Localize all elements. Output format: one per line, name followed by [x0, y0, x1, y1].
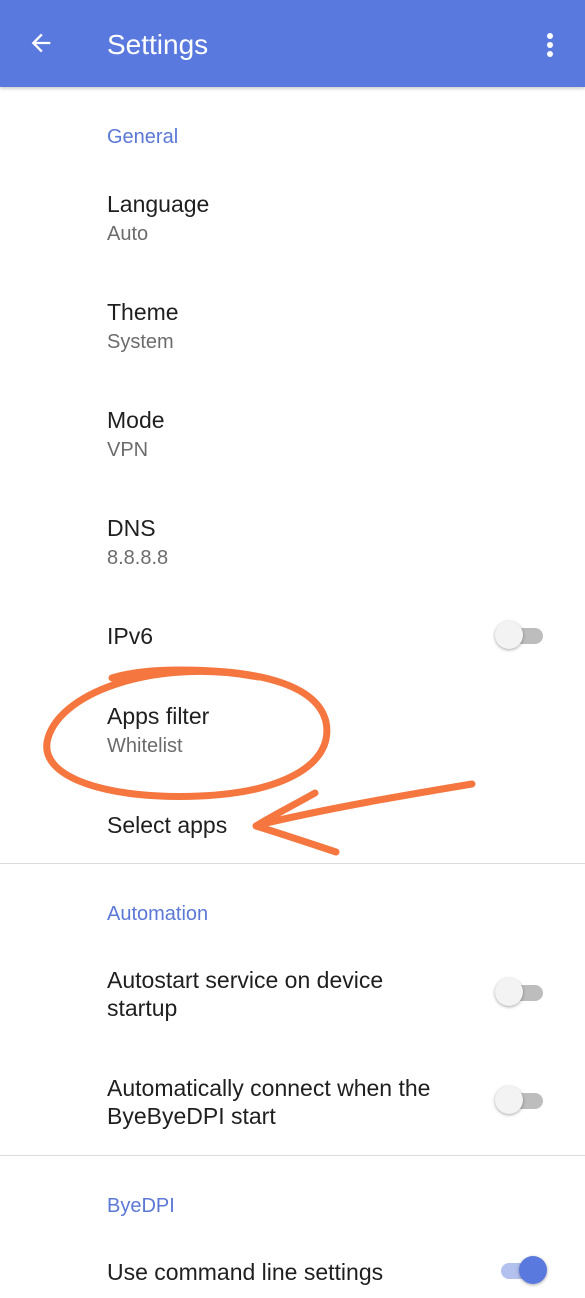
switch-thumb — [495, 1086, 523, 1114]
auto-connect-switch[interactable] — [495, 1085, 547, 1115]
arrow-left-icon — [31, 33, 51, 53]
app-bar: Settings — [0, 0, 585, 87]
pref-apps-filter[interactable]: Apps filter Whitelist — [0, 682, 585, 782]
section-header-automation: Automation — [107, 903, 209, 925]
pref-theme-title: Theme — [107, 299, 179, 325]
pref-command-line[interactable]: Use command line settings — [0, 1238, 585, 1298]
pref-autostart[interactable]: Autostart service on device startup — [0, 946, 585, 1046]
pref-theme[interactable]: Theme System — [0, 278, 585, 378]
autostart-switch[interactable] — [495, 977, 547, 1007]
pref-select-apps-title: Select apps — [107, 812, 228, 838]
section-divider — [0, 863, 585, 864]
pref-select-apps[interactable]: Select apps — [0, 790, 585, 860]
switch-thumb — [495, 621, 523, 649]
overflow-menu-button[interactable] — [528, 22, 572, 68]
more-vert-icon — [547, 33, 553, 57]
section-header-general: General — [107, 126, 179, 148]
switch-thumb — [495, 978, 523, 1006]
pref-apps-filter-summary: Whitelist — [107, 735, 183, 757]
pref-apps-filter-title: Apps filter — [107, 703, 210, 729]
page-title: Settings — [107, 29, 209, 60]
pref-language-title: Language — [107, 191, 210, 217]
pref-mode-title: Mode — [107, 407, 165, 433]
pref-auto-connect-title-line1: Automatically connect when the — [107, 1075, 431, 1101]
back-button[interactable] — [18, 20, 64, 66]
pref-ipv6[interactable]: IPv6 — [0, 602, 585, 672]
pref-mode[interactable]: Mode VPN — [0, 386, 585, 486]
pref-command-line-title: Use command line settings — [107, 1259, 384, 1285]
section-divider — [0, 1155, 585, 1156]
command-line-switch[interactable] — [495, 1255, 547, 1285]
pref-ipv6-title: IPv6 — [107, 623, 154, 649]
pref-autostart-title-line2: startup — [107, 995, 178, 1021]
pref-dns-title: DNS — [107, 515, 156, 541]
pref-language-summary: Auto — [107, 223, 149, 245]
pref-dns-summary: 8.8.8.8 — [107, 547, 169, 569]
pref-auto-connect[interactable]: Automatically connect when the ByeByeDPI… — [0, 1054, 585, 1154]
ipv6-switch[interactable] — [495, 620, 547, 650]
pref-dns[interactable]: DNS 8.8.8.8 — [0, 494, 585, 594]
pref-theme-summary: System — [107, 331, 174, 353]
section-header-byedpi: ByeDPI — [107, 1195, 175, 1217]
pref-language[interactable]: Language Auto — [0, 170, 585, 270]
pref-mode-summary: VPN — [107, 439, 149, 461]
pref-auto-connect-title-line2: ByeByeDPI start — [107, 1103, 276, 1129]
pref-autostart-title-line1: Autostart service on device — [107, 967, 384, 993]
